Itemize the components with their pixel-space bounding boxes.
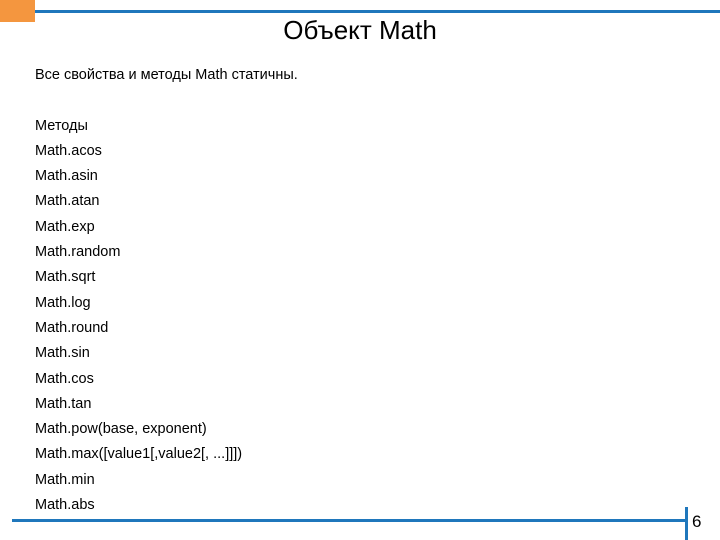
body-line: Math.log: [35, 294, 91, 311]
body-line: Math.sqrt: [35, 269, 96, 286]
footer-vertical-accent: [685, 507, 688, 540]
body-line: Math.sin: [35, 345, 90, 362]
body-line: Math.random: [35, 244, 121, 261]
body-line: Math.atan: [35, 193, 100, 210]
body-line: Math.max([value1[,value2[, ...]]]): [35, 446, 243, 463]
footer-divider-line: [12, 519, 688, 522]
body-line: Math.exp: [35, 218, 95, 235]
body-line: Методы: [35, 117, 88, 134]
page-number: 6: [692, 512, 702, 531]
body-content: Все свойства и методы Math статичны. Мет…: [35, 63, 675, 518]
body-line: Math.abs: [35, 497, 95, 514]
body-line: Math.round: [35, 319, 109, 336]
body-line: Math.pow(base, exponent): [35, 421, 207, 438]
body-line-spacer: [35, 88, 675, 113]
body-line: Math.tan: [35, 395, 92, 412]
body-line: Math.min: [35, 471, 95, 488]
orange-accent-block: [0, 0, 35, 22]
page-title: Объект Math: [283, 15, 437, 45]
slide-canvas: Объект Math Все свойства и методы Math с…: [0, 0, 720, 540]
body-line: Math.cos: [35, 370, 94, 387]
body-line: Math.asin: [35, 168, 98, 185]
body-line: Math.acos: [35, 142, 102, 159]
body-line: Все свойства и методы Math статичны.: [35, 67, 298, 83]
header-divider-line: [35, 10, 720, 13]
